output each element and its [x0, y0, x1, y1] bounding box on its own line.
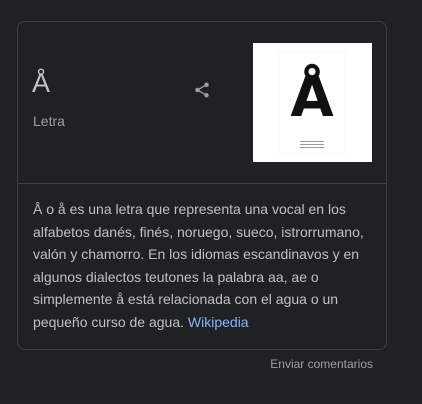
panel-title: Å [32, 68, 51, 98]
letter-image-glyph: Å [290, 65, 334, 130]
share-button[interactable] [190, 78, 214, 102]
send-feedback-link[interactable]: Enviar comentarios [270, 356, 373, 372]
letter-image-caption-line [300, 147, 324, 148]
wikipedia-link[interactable]: Wikipedia [188, 314, 249, 330]
panel-header: Å Letra Å [18, 22, 386, 184]
knowledge-panel: Å Letra Å Å o å es una letra que represe… [17, 21, 387, 350]
description-text: Å o å es una letra que representa una vo… [33, 201, 364, 330]
letter-image-caption-line [300, 144, 324, 145]
panel-description: Å o å es una letra que representa una vo… [33, 198, 378, 333]
letter-image-caption-line [300, 141, 324, 142]
letter-image-page: Å [279, 52, 345, 153]
panel-subtitle: Letra [33, 113, 65, 129]
letter-image[interactable]: Å [253, 43, 372, 162]
share-icon [195, 82, 209, 98]
